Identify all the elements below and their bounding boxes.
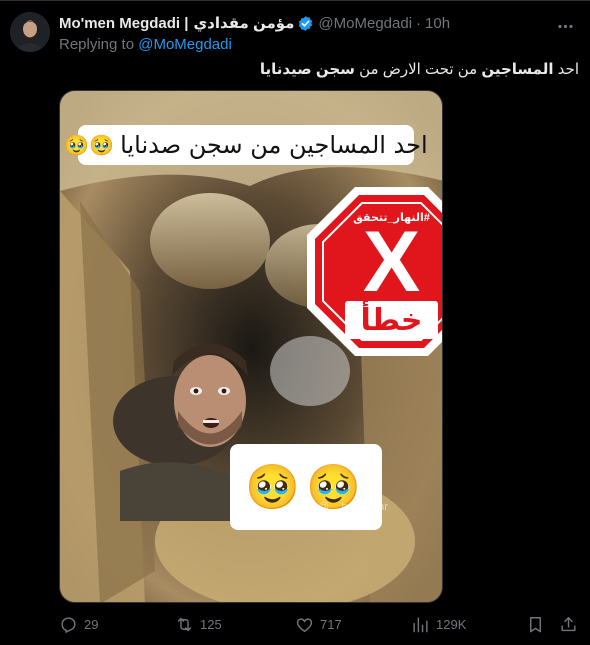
tweet-header: Mo'men Megdadi | مؤمن مقدادي @MoMegdadi … — [59, 13, 530, 33]
tweet-text-bold1: المساجين — [481, 61, 554, 78]
user-handle[interactable]: @MoMegdadi — [318, 15, 412, 32]
media-caption-emoji-box: 🥹🥹 — [230, 444, 382, 530]
views-count: 129K — [436, 616, 467, 632]
like-icon — [296, 617, 313, 632]
stamp-label-box: خطأ — [345, 301, 438, 339]
more-options-button[interactable] — [548, 9, 582, 43]
tweet-text-part2: من تحت الارض من — [354, 61, 482, 78]
caption-top-text: احد المساجين من سجن صدنايا — [120, 131, 428, 159]
like-button[interactable]: 717 — [295, 613, 342, 635]
retweet-button[interactable]: 125 — [175, 613, 222, 635]
like-count: 717 — [320, 616, 342, 632]
media-watermark: @....haammar — [318, 501, 388, 513]
bookmark-button[interactable] — [526, 613, 545, 635]
retweet-icon — [177, 617, 192, 631]
stamp-x-mark: X — [362, 214, 421, 310]
avatar[interactable] — [10, 12, 50, 52]
caption-top-emoji: 🥹🥹 — [64, 133, 115, 157]
reply-icon — [61, 616, 76, 633]
action-bar: 29 125 717 129K — [59, 613, 578, 637]
replying-to-link[interactable]: @MoMegdadi — [138, 36, 232, 53]
tweet-text: احد المساجين من تحت الارض من سجن صيدنايا — [260, 60, 579, 78]
tweet[interactable]: Mo'men Megdadi | مؤمن مقدادي @MoMegdadi … — [0, 0, 590, 645]
bookmark-icon — [530, 616, 541, 632]
replying-prefix: Replying to — [59, 36, 135, 53]
replying-to: Replying to @MoMegdadi — [59, 36, 232, 53]
timestamp[interactable]: 10h — [425, 15, 450, 32]
share-icon — [561, 616, 576, 631]
tweet-media[interactable]: احد المساجين من سجن صدنايا 🥹🥹 🥹🥹 @....ha… — [59, 90, 443, 603]
retweet-count: 125 — [200, 616, 222, 632]
more-icon — [557, 24, 573, 28]
tweet-text-bold2: سجن صيدنايا — [259, 61, 355, 78]
share-button[interactable] — [559, 613, 578, 635]
tweet-text-part1: احد — [553, 61, 579, 78]
display-name-arabic[interactable]: مؤمن مقدادي — [193, 14, 294, 32]
views-icon — [413, 616, 428, 632]
fact-check-stamp: #النهار_تتحقق X خطأ — [303, 183, 442, 360]
reply-button[interactable]: 29 — [59, 613, 98, 635]
avatar-image — [10, 12, 50, 52]
display-name[interactable]: Mo'men Megdadi | — [59, 15, 188, 32]
reply-count: 29 — [84, 616, 99, 632]
views-button[interactable]: 129K — [411, 613, 466, 635]
stamp-label: خطأ — [360, 303, 423, 337]
verified-icon — [299, 15, 313, 31]
media-caption-top: احد المساجين من سجن صدنايا 🥹🥹 — [64, 125, 427, 165]
separator-dot: · — [416, 14, 422, 32]
